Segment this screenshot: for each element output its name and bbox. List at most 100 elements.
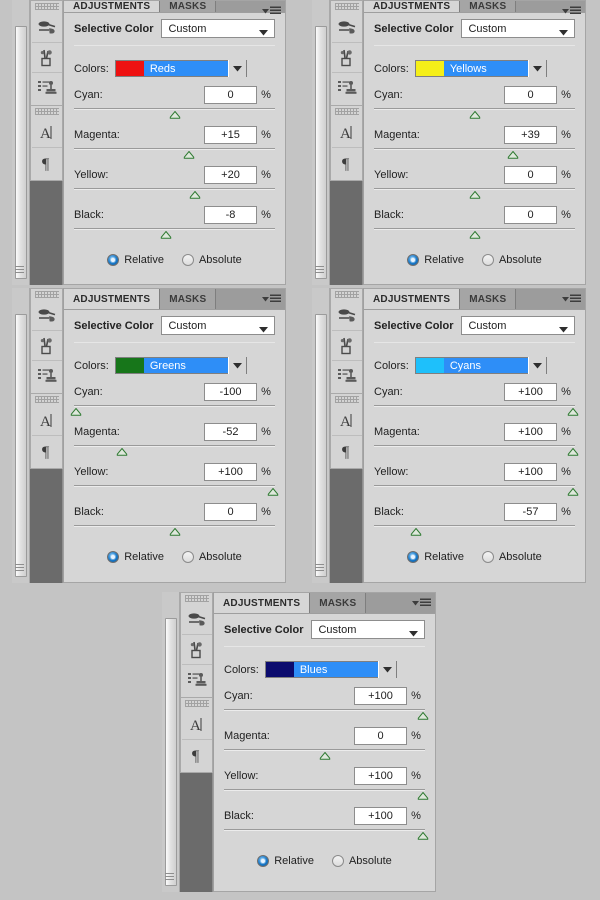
- paragraph-icon[interactable]: ¶: [32, 436, 62, 466]
- slider-knob-magenta[interactable]: [117, 448, 128, 456]
- slider-track-magenta[interactable]: [374, 445, 579, 458]
- slider-knob-magenta[interactable]: [183, 151, 194, 159]
- value-yellow[interactable]: 0: [504, 165, 557, 184]
- panel-menu-icon[interactable]: [262, 294, 281, 303]
- dock-grip-icon[interactable]: [334, 3, 359, 10]
- value-black[interactable]: -57: [504, 502, 557, 521]
- panel-scrollbar-yellows[interactable]: [312, 0, 330, 285]
- slider-knob-cyan[interactable]: [169, 111, 180, 119]
- slider-track-yellow[interactable]: [74, 485, 279, 498]
- value-magenta[interactable]: +39: [504, 125, 557, 144]
- dock-grip-icon-2[interactable]: [34, 396, 59, 403]
- panel-menu-icon[interactable]: [562, 294, 581, 303]
- slider-track-yellow[interactable]: [374, 188, 575, 201]
- slider-knob-yellow[interactable]: [567, 488, 579, 496]
- type-tool-icon[interactable]: A: [331, 118, 362, 148]
- radio-relative[interactable]: Relative: [407, 254, 464, 266]
- slider-track-magenta[interactable]: [74, 148, 275, 161]
- slider-knob-magenta[interactable]: [319, 752, 330, 760]
- scrollbar-thumb[interactable]: [15, 314, 27, 577]
- scrollbar-grip-icon[interactable]: [315, 564, 324, 573]
- type-tool-icon[interactable]: A: [31, 118, 62, 148]
- scrollbar-grip-icon[interactable]: [15, 266, 24, 275]
- clone-stamp-icon[interactable]: [332, 73, 362, 103]
- scrollbar-thumb[interactable]: [15, 26, 27, 279]
- clone-stamp-icon[interactable]: [32, 73, 62, 103]
- slider-knob-magenta[interactable]: [567, 448, 579, 456]
- slider-knob-black[interactable]: [411, 528, 422, 536]
- paragraph-icon[interactable]: ¶: [332, 436, 362, 466]
- panel-scrollbar-cyans[interactable]: [312, 288, 330, 583]
- paragraph-icon[interactable]: ¶: [32, 148, 62, 178]
- type-tool-icon[interactable]: A: [181, 710, 212, 740]
- tab-adjustments[interactable]: ADJUSTMENTS: [64, 1, 161, 12]
- tab-masks[interactable]: MASKS: [460, 289, 517, 309]
- colors-dropdown[interactable]: Greens: [114, 357, 247, 374]
- slider-track-magenta[interactable]: [74, 445, 275, 458]
- brush-holder-icon[interactable]: [331, 331, 362, 361]
- value-yellow[interactable]: +100: [354, 766, 407, 785]
- value-cyan[interactable]: -100: [204, 382, 257, 401]
- type-tool-icon[interactable]: A: [331, 406, 362, 436]
- colors-dropdown[interactable]: Reds: [114, 60, 247, 77]
- slider-knob-yellow[interactable]: [267, 488, 279, 496]
- value-cyan[interactable]: +100: [354, 686, 407, 705]
- slider-knob-cyan[interactable]: [417, 712, 429, 720]
- slider-track-black[interactable]: [374, 525, 575, 538]
- preset-dropdown[interactable]: Custom: [311, 620, 425, 639]
- scrollbar-thumb[interactable]: [315, 314, 327, 577]
- brush-tool-icon[interactable]: [31, 301, 62, 331]
- brush-tool-icon[interactable]: [331, 13, 362, 43]
- preset-dropdown[interactable]: Custom: [461, 316, 575, 335]
- brush-holder-icon[interactable]: [331, 43, 362, 73]
- preset-dropdown[interactable]: Custom: [161, 316, 275, 335]
- slider-track-cyan[interactable]: [70, 405, 275, 418]
- slider-knob-black[interactable]: [469, 231, 480, 239]
- scrollbar-grip-icon[interactable]: [315, 266, 324, 275]
- value-magenta[interactable]: -52: [204, 422, 257, 441]
- preset-dropdown[interactable]: Custom: [461, 19, 575, 38]
- value-black[interactable]: +100: [354, 806, 407, 825]
- radio-relative[interactable]: Relative: [107, 551, 164, 563]
- radio-absolute[interactable]: Absolute: [481, 254, 542, 266]
- scrollbar-grip-icon[interactable]: [165, 873, 174, 882]
- dock-grip-icon-2[interactable]: [184, 700, 209, 707]
- value-black[interactable]: 0: [504, 205, 557, 224]
- slider-track-magenta[interactable]: [374, 148, 575, 161]
- brush-holder-icon[interactable]: [31, 331, 62, 361]
- radio-absolute[interactable]: Absolute: [181, 254, 242, 266]
- slider-knob-yellow[interactable]: [417, 792, 429, 800]
- slider-track-yellow[interactable]: [374, 485, 579, 498]
- panel-scrollbar-greens[interactable]: [12, 288, 30, 583]
- tab-adjustments[interactable]: ADJUSTMENTS: [364, 289, 461, 309]
- value-yellow[interactable]: +100: [204, 462, 257, 481]
- tab-masks[interactable]: MASKS: [160, 289, 217, 309]
- colors-dropdown[interactable]: Blues: [264, 661, 397, 678]
- dock-grip-icon[interactable]: [34, 291, 59, 298]
- slider-track-cyan[interactable]: [74, 108, 275, 121]
- preset-dropdown[interactable]: Custom: [161, 19, 275, 38]
- slider-track-black[interactable]: [74, 525, 275, 538]
- paragraph-icon[interactable]: ¶: [332, 148, 362, 178]
- slider-track-magenta[interactable]: [224, 749, 425, 762]
- slider-knob-cyan[interactable]: [70, 408, 82, 416]
- colors-dropdown[interactable]: Yellows: [414, 60, 547, 77]
- paragraph-icon[interactable]: ¶: [182, 740, 212, 770]
- slider-track-yellow[interactable]: [224, 789, 429, 802]
- slider-knob-black[interactable]: [161, 231, 172, 239]
- brush-tool-icon[interactable]: [31, 13, 62, 43]
- slider-track-cyan[interactable]: [374, 108, 575, 121]
- slider-track-black[interactable]: [224, 829, 429, 842]
- value-yellow[interactable]: +20: [204, 165, 257, 184]
- chevron-down-icon[interactable]: [377, 661, 396, 678]
- dock-grip-icon[interactable]: [34, 3, 59, 10]
- radio-relative[interactable]: Relative: [407, 551, 464, 563]
- value-cyan[interactable]: 0: [504, 85, 557, 104]
- tab-masks[interactable]: MASKS: [310, 593, 367, 613]
- value-cyan[interactable]: 0: [204, 85, 257, 104]
- value-magenta[interactable]: +15: [204, 125, 257, 144]
- brush-holder-icon[interactable]: [31, 43, 62, 73]
- tab-masks[interactable]: MASKS: [460, 1, 517, 12]
- panel-scrollbar-blues[interactable]: [162, 592, 180, 892]
- value-cyan[interactable]: +100: [504, 382, 557, 401]
